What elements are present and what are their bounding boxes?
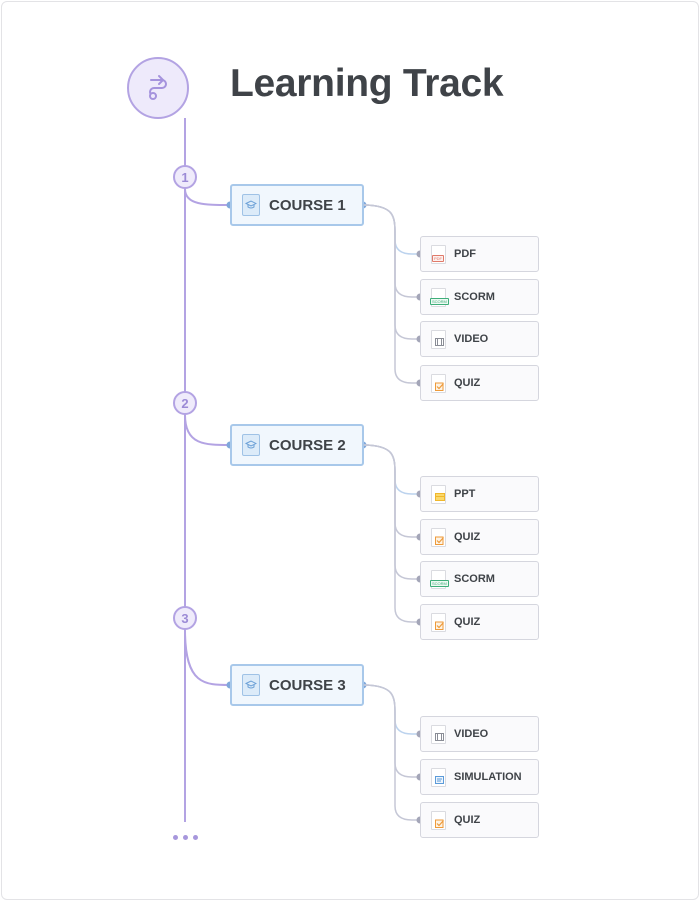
course-to-item-connector <box>362 204 420 298</box>
content-item-label: PDF <box>454 248 476 260</box>
page-title: Learning Track <box>230 62 504 105</box>
content-item-quiz[interactable]: QUIZ <box>420 365 539 401</box>
simulation-file-icon <box>431 767 446 787</box>
content-item-label: SCORM <box>454 573 495 585</box>
course-to-item-connector <box>362 444 420 495</box>
course-to-item-connector <box>362 204 420 384</box>
quiz-file-icon <box>431 810 446 830</box>
route-icon <box>149 75 167 100</box>
content-item-quiz[interactable]: QUIZ <box>420 519 539 555</box>
step-number-badge: 2 <box>173 391 197 415</box>
content-item-label: QUIZ <box>454 616 481 628</box>
course-to-item-connector <box>362 684 420 735</box>
quiz-file-icon <box>431 373 446 393</box>
step-to-course-connector <box>184 188 231 206</box>
course-to-item-connector <box>362 204 420 255</box>
content-item-simulation[interactable]: SIMULATION <box>420 759 539 795</box>
course-label: COURSE 2 <box>269 436 346 454</box>
video-file-icon <box>431 329 446 349</box>
video-file-icon <box>431 724 446 744</box>
content-item-quiz[interactable]: QUIZ <box>420 604 539 640</box>
content-item-label: QUIZ <box>454 814 481 826</box>
step-to-course-connector <box>184 629 231 686</box>
graduation-cap-icon <box>242 674 260 696</box>
step-number-badge: 3 <box>173 606 197 630</box>
course-to-item-connector <box>362 444 420 580</box>
track-header-badge <box>127 57 189 119</box>
content-item-label: VIDEO <box>454 333 489 345</box>
content-item-quiz[interactable]: QUIZ <box>420 802 539 838</box>
course-to-item-connector <box>362 444 420 623</box>
content-item-pdf[interactable]: PDF PDF <box>420 236 539 272</box>
ellipsis-dot <box>173 835 178 840</box>
scorm-file-icon: SCORM <box>430 287 449 307</box>
pdf-file-icon: PDF <box>431 244 446 264</box>
course-node[interactable]: COURSE 1 <box>230 184 364 226</box>
course-to-item-connector <box>362 684 420 821</box>
content-item-label: QUIZ <box>454 377 481 389</box>
content-item-video[interactable]: VIDEO <box>420 716 539 752</box>
ppt-file-icon <box>431 484 446 504</box>
course-label: COURSE 1 <box>269 196 346 214</box>
more-steps-ellipsis[interactable] <box>173 835 198 840</box>
ellipsis-dot <box>193 835 198 840</box>
course-to-item-connector <box>362 444 420 538</box>
step-to-course-connector <box>184 414 231 446</box>
quiz-file-icon <box>431 527 446 547</box>
course-node[interactable]: COURSE 3 <box>230 664 364 706</box>
ellipsis-dot <box>183 835 188 840</box>
graduation-cap-icon <box>242 434 260 456</box>
content-item-ppt[interactable]: PPT <box>420 476 539 512</box>
content-item-label: SIMULATION <box>454 771 522 783</box>
content-item-label: PPT <box>454 488 476 500</box>
course-to-item-connector <box>362 204 420 340</box>
course-to-item-connector <box>362 684 420 778</box>
content-item-label: QUIZ <box>454 531 481 543</box>
content-item-scorm[interactable]: SCORM SCORM <box>420 279 539 315</box>
course-label: COURSE 3 <box>269 676 346 694</box>
graduation-cap-icon <box>242 194 260 216</box>
content-item-scorm[interactable]: SCORM SCORM <box>420 561 539 597</box>
quiz-file-icon <box>431 612 446 632</box>
content-item-label: VIDEO <box>454 728 489 740</box>
course-node[interactable]: COURSE 2 <box>230 424 364 466</box>
content-item-label: SCORM <box>454 291 495 303</box>
content-item-video[interactable]: VIDEO <box>420 321 539 357</box>
step-number-badge: 1 <box>173 165 197 189</box>
scorm-file-icon: SCORM <box>430 569 449 589</box>
